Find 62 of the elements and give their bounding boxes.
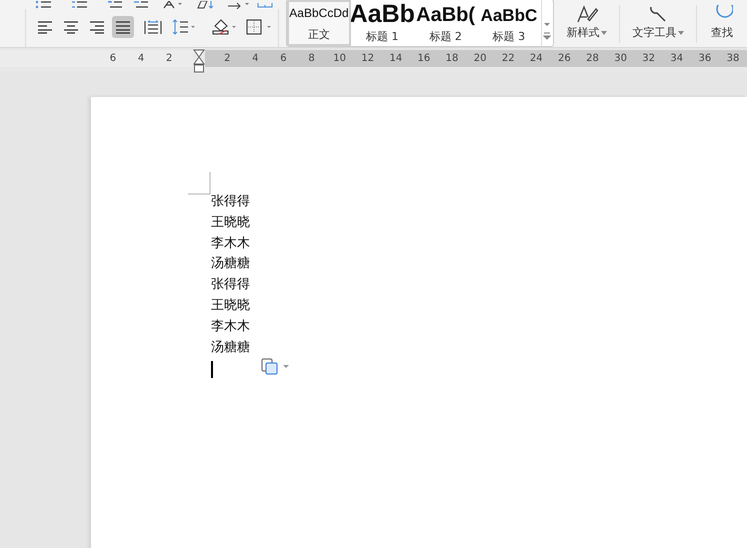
- columns-icon[interactable]: [257, 1, 273, 9]
- line-spacing-icon[interactable]: [172, 19, 196, 35]
- text-tools-button[interactable]: 文字工具: [630, 23, 686, 42]
- find-button[interactable]: 查找: [709, 23, 736, 42]
- style-item[interactable]: AaBbCcDd 正文: [287, 0, 351, 46]
- more-icon[interactable]: [543, 32, 552, 40]
- ruler-number: 2: [223, 52, 232, 66]
- ruler-number: 20: [472, 52, 488, 66]
- text-line: 王晓晓: [211, 296, 251, 315]
- arrow-icon[interactable]: [227, 1, 251, 9]
- indent-icon[interactable]: [133, 1, 149, 9]
- justify-icon[interactable]: [112, 16, 134, 38]
- style-sample: AaBbCcDd: [289, 7, 349, 19]
- ruler-number: 26: [557, 52, 572, 66]
- style-label: 正文: [308, 27, 330, 42]
- style-item[interactable]: AaBb( 标题 2: [414, 0, 478, 46]
- outdent-icon[interactable]: [107, 1, 123, 9]
- ruler-number: 18: [444, 52, 460, 66]
- text-line: 李木木: [211, 318, 251, 336]
- text-cursor: [211, 360, 213, 378]
- ruler-number: 36: [697, 52, 712, 66]
- ruler-number: 12: [360, 52, 376, 66]
- ruler-number: 24: [528, 52, 544, 66]
- ruler-number: 8: [307, 52, 316, 66]
- style-label: 标题 1: [366, 29, 399, 44]
- ruler-number: 16: [416, 52, 432, 66]
- scroll-down-icon[interactable]: [543, 22, 552, 28]
- pen-icon[interactable]: [576, 5, 598, 23]
- ruler-number: 10: [332, 52, 347, 66]
- ruler-number: 2: [164, 52, 174, 66]
- ruler-number: 32: [641, 52, 656, 66]
- ruler-number: 6: [108, 52, 118, 66]
- text-line: 汤糖糖: [211, 338, 251, 357]
- ruler-number: 34: [669, 52, 684, 66]
- style-sample: AaBbC: [480, 7, 538, 24]
- style-label: 标题 3: [492, 29, 526, 44]
- ruler-number: 4: [251, 52, 260, 66]
- shading-icon[interactable]: [212, 19, 238, 35]
- paste-options-icon[interactable]: [261, 357, 291, 376]
- text-line: 张得得: [211, 276, 251, 294]
- new-style-button[interactable]: 新样式: [564, 23, 610, 42]
- indent-marker[interactable]: [193, 49, 206, 73]
- ruler-number: 4: [136, 52, 146, 66]
- ruler-number: 28: [585, 52, 600, 66]
- text-line: 张得得: [211, 193, 251, 211]
- caret-icon: [678, 30, 684, 35]
- caret-icon: [601, 30, 608, 35]
- ruler-number: 38: [726, 52, 740, 66]
- text-line: 李木木: [211, 234, 251, 253]
- style-label: 标题 2: [429, 29, 462, 44]
- margin-corner-mark: [188, 172, 211, 195]
- ruler-number: 22: [500, 52, 516, 66]
- ruler-number: 6: [279, 52, 288, 66]
- text-direction-icon[interactable]: [163, 1, 185, 9]
- border-icon[interactable]: [246, 19, 274, 35]
- ruler-number: 30: [613, 52, 628, 66]
- text-line: 汤糖糖: [211, 255, 251, 274]
- style-item[interactable]: AaBbC 标题 3: [477, 0, 541, 46]
- ruler-number: 14: [388, 52, 404, 66]
- distribute-icon[interactable]: [144, 20, 162, 34]
- style-sample: AaBb(: [416, 5, 476, 25]
- text-line: 王晓晓: [211, 214, 251, 232]
